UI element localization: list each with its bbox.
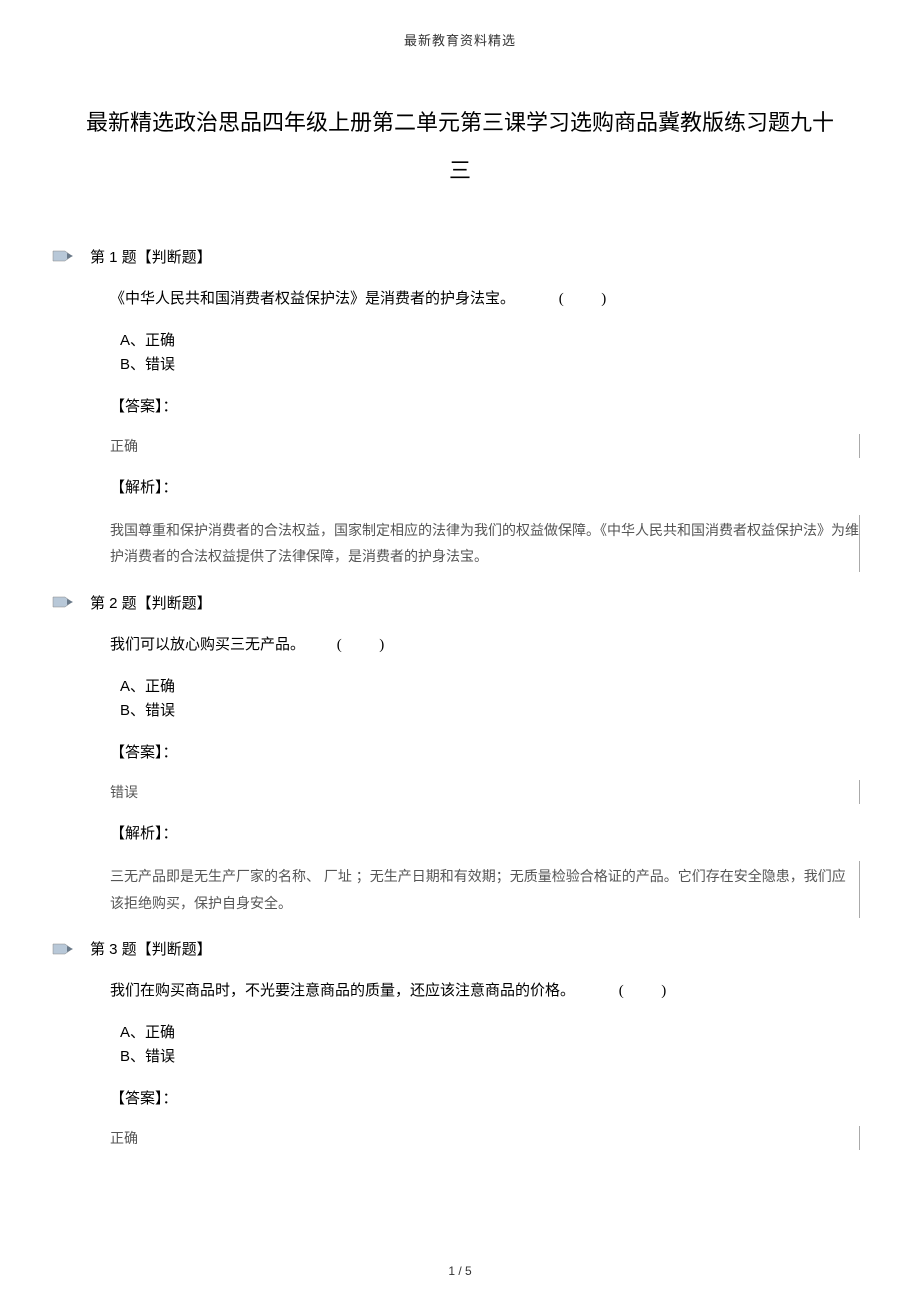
question-1-header: 第 1 题【判断题】: [50, 246, 870, 267]
analysis-label: 【解析】：: [110, 822, 870, 843]
answer-label: 【答案】：: [110, 741, 870, 762]
answer-label: 【答案】：: [110, 395, 870, 416]
page-header: 最新教育资料精选: [50, 30, 870, 49]
question-2-header: 第 2 题【判断题】: [50, 592, 870, 613]
arrow-icon: [50, 248, 80, 264]
analysis-text: 我国尊重和保护消费者的合法权益，国家制定相应的法律为我们的权益做保障。《中华人民…: [110, 515, 860, 572]
option-a: A、正确: [120, 675, 870, 699]
question-1-stem: 《中华人民共和国消费者权益保护法》是消费者的护身法宝。 ( ): [110, 287, 870, 311]
option-a: A、正确: [120, 1021, 870, 1045]
stem-text: 《中华人民共和国消费者权益保护法》是消费者的护身法宝。: [110, 291, 515, 307]
question-3-stem: 我们在购买商品时，不光要注意商品的质量，还应该注意商品的价格。 ( ): [110, 979, 870, 1003]
answer-value: 正确: [110, 434, 860, 458]
question-number: 第 3 题【判断题】: [90, 938, 212, 959]
stem-text: 我们在购买商品时，不光要注意商品的质量，还应该注意商品的价格。: [110, 983, 575, 999]
question-1-options: A、正确 B、错误: [120, 329, 870, 377]
blank-paren: ( ): [337, 633, 395, 657]
page-footer: 1 / 5: [0, 1264, 920, 1278]
arrow-icon: [50, 594, 80, 610]
question-3-header: 第 3 题【判断题】: [50, 938, 870, 959]
option-b: B、错误: [120, 1045, 870, 1069]
arrow-icon: [50, 941, 80, 957]
question-2-stem: 我们可以放心购买三无产品。 ( ): [110, 633, 870, 657]
answer-value: 正确: [110, 1126, 860, 1150]
answer-label: 【答案】：: [110, 1087, 870, 1108]
document-title: 最新精选政治思品四年级上册第二单元第三课学习选购商品冀教版练习题九十三: [80, 99, 840, 196]
answer-value: 错误: [110, 780, 860, 804]
analysis-text: 三无产品即是无生产厂家的名称、 厂址 ；无生产日期和有效期；无质量检验合格证的产…: [110, 861, 860, 918]
blank-paren: ( ): [619, 979, 677, 1003]
option-b: B、错误: [120, 699, 870, 723]
blank-paren: ( ): [559, 287, 617, 311]
question-3-options: A、正确 B、错误: [120, 1021, 870, 1069]
option-b: B、错误: [120, 353, 870, 377]
stem-text: 我们可以放心购买三无产品。: [110, 637, 305, 653]
analysis-label: 【解析】：: [110, 476, 870, 497]
question-number: 第 1 题【判断题】: [90, 246, 212, 267]
question-2-options: A、正确 B、错误: [120, 675, 870, 723]
option-a: A、正确: [120, 329, 870, 353]
question-number: 第 2 题【判断题】: [90, 592, 212, 613]
